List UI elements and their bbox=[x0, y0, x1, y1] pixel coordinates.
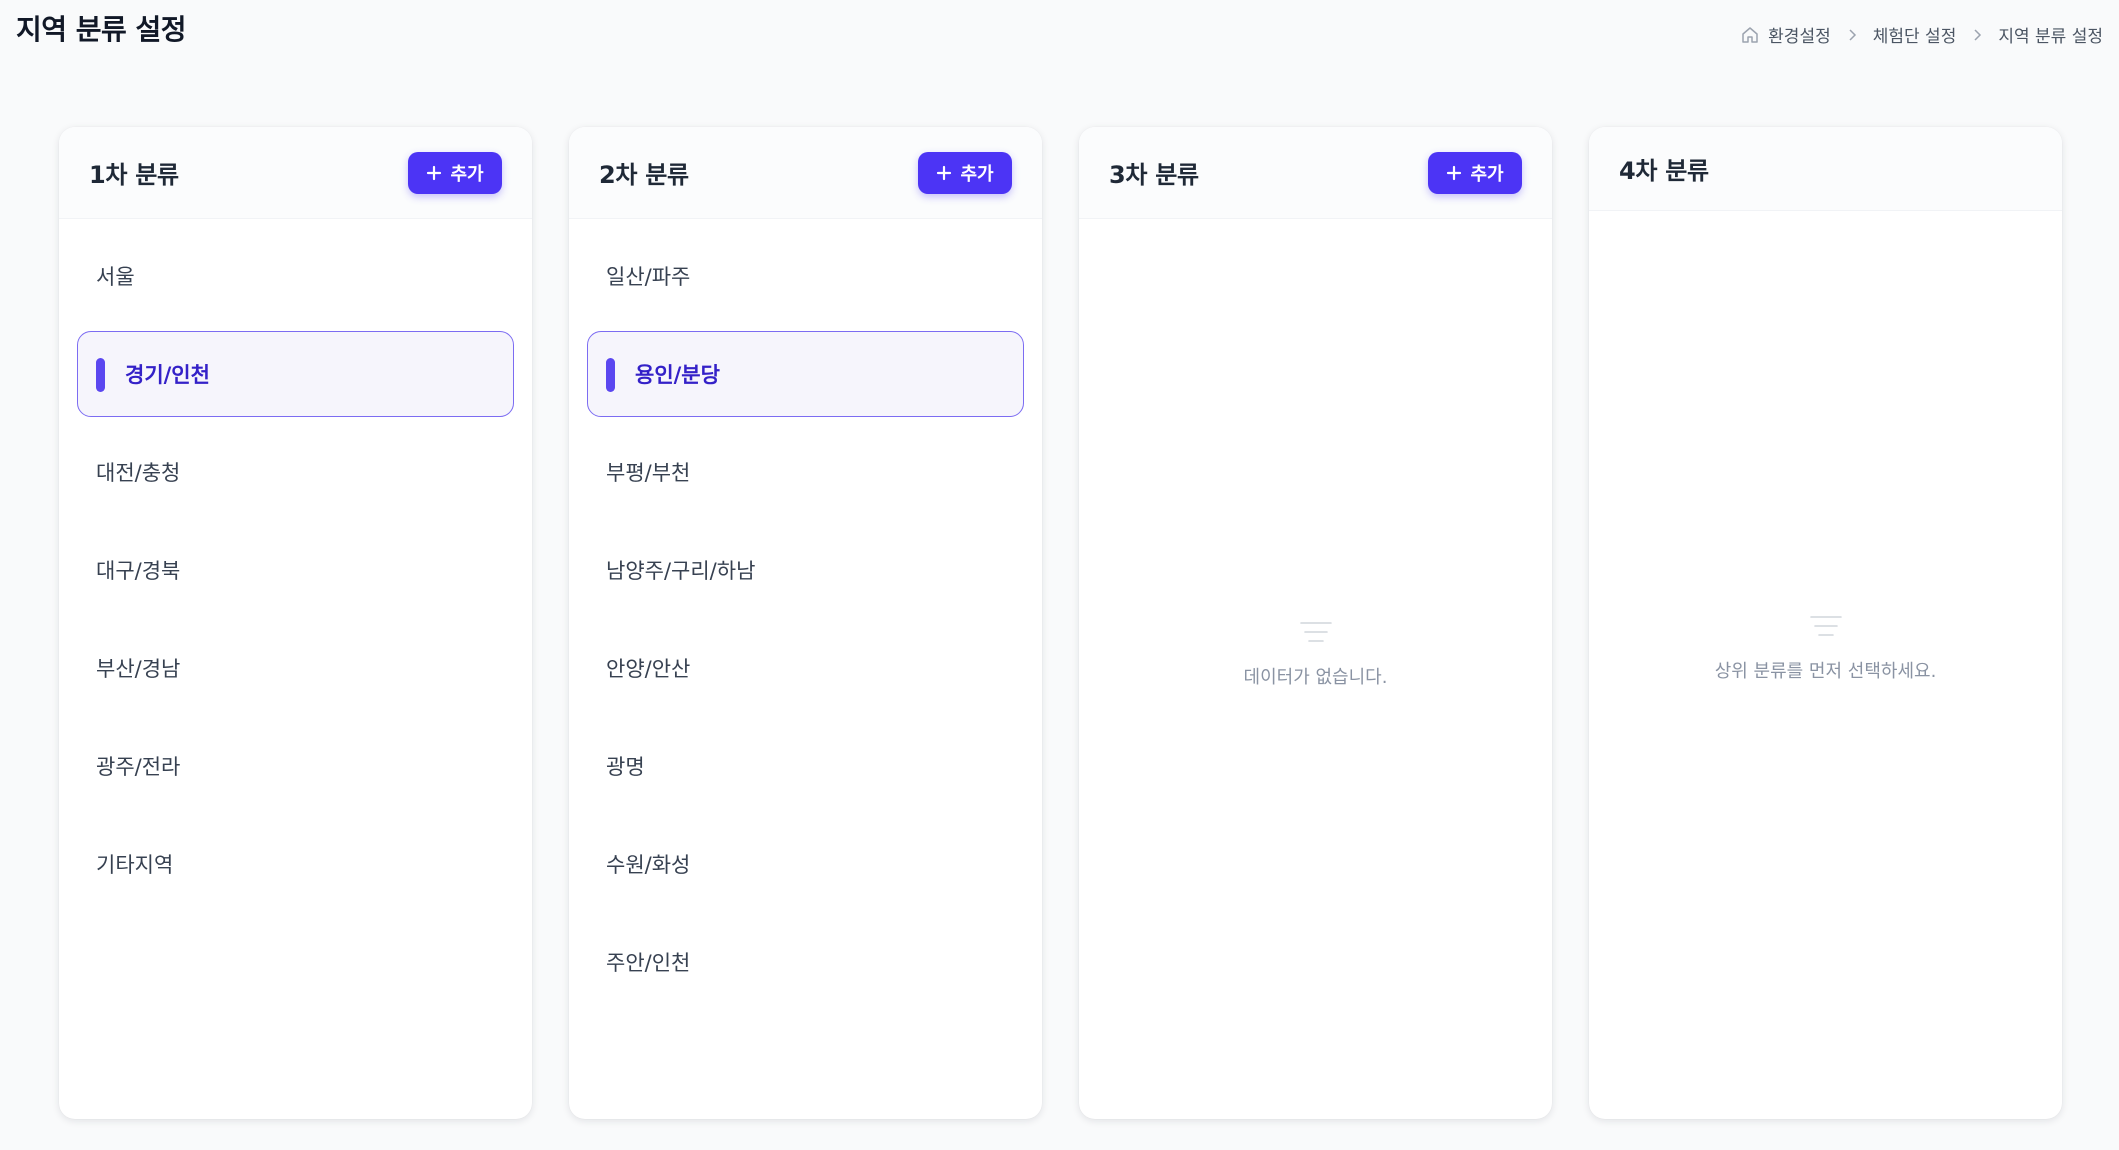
chevron-right-icon bbox=[1970, 28, 1984, 42]
list-item-selected[interactable]: 용인/분당 bbox=[587, 331, 1024, 417]
list-item[interactable]: 서울 bbox=[77, 233, 514, 319]
empty-text: 데이터가 없습니다. bbox=[1243, 667, 1388, 688]
card-title: 3차 분류 bbox=[1109, 161, 1199, 189]
card-body: 데이터가 없습니다. bbox=[1079, 219, 1552, 1119]
add-button-label: 추가 bbox=[450, 163, 484, 185]
card-header: 3차 분류 추가 bbox=[1079, 127, 1552, 219]
selected-indicator bbox=[96, 358, 105, 392]
empty-state: 데이터가 없습니다. bbox=[1079, 619, 1552, 689]
card-body: 일산/파주 용인/분당 부평/부천 남양주/구리/하남 안양/안산 광명 수원/… bbox=[569, 219, 1042, 1119]
chevron-right-icon bbox=[1845, 28, 1859, 42]
add-button-level-1[interactable]: 추가 bbox=[408, 151, 502, 194]
category-card-level-4: 4차 분류 상위 분류를 먼저 선택하세요. bbox=[1589, 127, 2062, 1119]
list-item[interactable]: 부산/경남 bbox=[77, 625, 514, 711]
category-card-level-3: 3차 분류 추가 데이터가 없습니다. bbox=[1079, 127, 1552, 1119]
empty-text: 상위 분류를 먼저 선택하세요. bbox=[1714, 661, 1937, 682]
category-card-level-1: 1차 분류 추가 서울 경기/인천 대전/충청 대구/경북 부산/경남 광주/전… bbox=[59, 127, 532, 1119]
category-card-level-2: 2차 분류 추가 일산/파주 용인/분당 부평/부천 남양주/구리/하남 안양/… bbox=[569, 127, 1042, 1119]
empty-list-icon bbox=[1299, 619, 1333, 649]
card-header: 4차 분류 bbox=[1589, 127, 2062, 211]
list-item[interactable]: 대전/충청 bbox=[77, 429, 514, 515]
breadcrumb: 환경설정 체험단 설정 지역 분류 설정 bbox=[1740, 22, 2103, 47]
list-item[interactable]: 광주/전라 bbox=[77, 723, 514, 809]
home-icon bbox=[1740, 25, 1760, 45]
breadcrumb-item-experience[interactable]: 체험단 설정 bbox=[1873, 22, 1957, 47]
breadcrumb-item-home[interactable]: 환경설정 bbox=[1740, 22, 1831, 47]
category-list: 일산/파주 용인/분당 부평/부천 남양주/구리/하남 안양/안산 광명 수원/… bbox=[587, 233, 1024, 1005]
list-item[interactable]: 부평/부천 bbox=[587, 429, 1024, 515]
empty-state: 상위 분류를 먼저 선택하세요. bbox=[1589, 613, 2062, 683]
list-item[interactable]: 남양주/구리/하남 bbox=[587, 527, 1024, 613]
list-item[interactable]: 일산/파주 bbox=[587, 233, 1024, 319]
card-title: 1차 분류 bbox=[89, 161, 179, 189]
add-button-label: 추가 bbox=[1470, 163, 1504, 185]
card-body: 상위 분류를 먼저 선택하세요. bbox=[1589, 211, 2062, 1119]
page-title: 지역 분류 설정 bbox=[16, 13, 187, 46]
add-button-level-3[interactable]: 추가 bbox=[1428, 151, 1522, 194]
card-header: 2차 분류 추가 bbox=[569, 127, 1042, 219]
category-list: 서울 경기/인천 대전/충청 대구/경북 부산/경남 광주/전라 기타지역 bbox=[77, 233, 514, 907]
card-body: 서울 경기/인천 대전/충청 대구/경북 부산/경남 광주/전라 기타지역 bbox=[59, 219, 532, 1119]
list-item[interactable]: 기타지역 bbox=[77, 821, 514, 907]
add-button-level-2[interactable]: 추가 bbox=[918, 151, 1012, 194]
add-button-label: 추가 bbox=[960, 163, 994, 185]
list-item[interactable]: 주안/인천 bbox=[587, 919, 1024, 1005]
card-title: 4차 분류 bbox=[1619, 157, 1709, 185]
list-item-selected[interactable]: 경기/인천 bbox=[77, 331, 514, 417]
list-item[interactable]: 수원/화성 bbox=[587, 821, 1024, 907]
plus-icon bbox=[1446, 165, 1462, 181]
plus-icon bbox=[426, 165, 442, 181]
list-item-label: 경기/인천 bbox=[125, 363, 210, 387]
list-item[interactable]: 대구/경북 bbox=[77, 527, 514, 613]
card-header: 1차 분류 추가 bbox=[59, 127, 532, 219]
breadcrumb-label: 환경설정 bbox=[1768, 27, 1831, 47]
empty-list-icon bbox=[1809, 613, 1843, 643]
breadcrumb-item-current: 지역 분류 설정 bbox=[1998, 22, 2103, 47]
selected-indicator bbox=[606, 358, 615, 392]
list-item-label: 용인/분당 bbox=[635, 363, 720, 387]
list-item[interactable]: 안양/안산 bbox=[587, 625, 1024, 711]
plus-icon bbox=[936, 165, 952, 181]
card-title: 2차 분류 bbox=[599, 161, 689, 189]
list-item[interactable]: 광명 bbox=[587, 723, 1024, 809]
category-columns: 1차 분류 추가 서울 경기/인천 대전/충청 대구/경북 부산/경남 광주/전… bbox=[59, 127, 2062, 1119]
breadcrumb-label: 체험단 설정 bbox=[1872, 27, 1957, 47]
breadcrumb-label: 지역 분류 설정 bbox=[1998, 27, 2103, 47]
